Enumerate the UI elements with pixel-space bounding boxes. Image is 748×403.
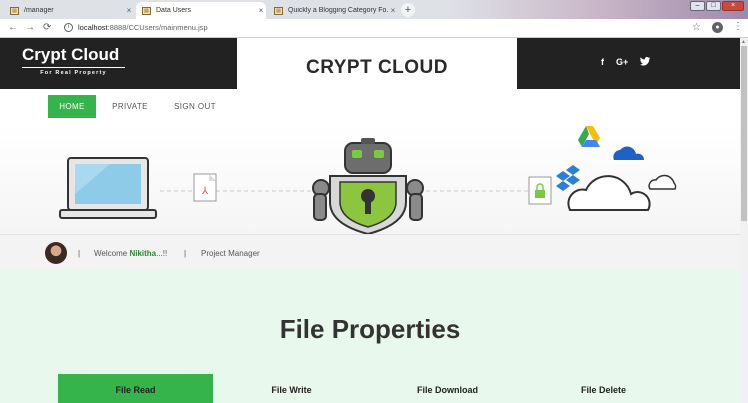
tab-close-icon[interactable]: ×	[256, 6, 266, 15]
page-favicon-icon: ▤	[274, 6, 283, 15]
new-tab-button[interactable]: +	[401, 3, 415, 17]
twitter-icon[interactable]	[640, 57, 651, 68]
back-arrow-icon[interactable]: ←	[8, 22, 18, 34]
file-write-button[interactable]: File Write	[214, 374, 369, 403]
address-bar[interactable]: localhost:8888/CCUsers/mainmenu.jsp	[78, 23, 208, 32]
onedrive-icon	[613, 146, 645, 160]
browser-chrome: ▤ /manager × ▤ Data Users × ▤ Quickly a …	[0, 0, 748, 38]
minimize-button[interactable]: –	[690, 1, 705, 11]
web-page: Crypt Cloud For Real Property CRYPT CLOU…	[0, 38, 740, 403]
avatar[interactable]	[45, 242, 67, 264]
site-info-icon[interactable]: i	[64, 23, 73, 32]
google-drive-icon	[578, 126, 600, 147]
file-download-button[interactable]: File Download	[370, 374, 525, 403]
svg-text:⅄: ⅄	[202, 186, 209, 197]
welcome-greeting: Welcome	[94, 249, 128, 258]
pdf-file-icon: ⅄	[193, 173, 217, 202]
user-name: Nikitha	[129, 249, 157, 258]
logo-area: Crypt Cloud For Real Property	[0, 38, 237, 89]
forward-arrow-icon[interactable]: →	[25, 22, 35, 34]
file-properties-section: File Properties File Read File Write Fil…	[0, 270, 740, 403]
tab-title: Quickly a Blogging Category Fo...	[288, 7, 388, 14]
welcome-message: Welcome Nikitha...!!	[94, 249, 167, 258]
laptop-icon	[59, 157, 157, 219]
scroll-up-icon[interactable]: ▲	[741, 39, 746, 45]
tab-strip: ▤ /manager × ▤ Data Users × ▤ Quickly a …	[0, 0, 748, 19]
page-favicon-icon: ▤	[10, 6, 19, 15]
social-links: f G+	[601, 57, 651, 68]
browser-tab-active[interactable]: ▤ Data Users ×	[136, 2, 266, 19]
file-read-button[interactable]: File Read	[58, 374, 213, 403]
window-close-button[interactable]: ×	[722, 1, 744, 11]
tab-title: Data Users	[156, 7, 192, 14]
cloud-icon	[567, 174, 677, 211]
account-icon[interactable]: ●	[712, 22, 723, 33]
facebook-icon[interactable]: f	[601, 57, 604, 68]
page-scrollbar[interactable]: ▲	[740, 38, 748, 403]
reload-icon[interactable]: ⟳	[43, 22, 51, 34]
tab-close-icon[interactable]: ×	[388, 6, 398, 15]
menu-sign-out[interactable]: SIGN OUT	[166, 95, 224, 118]
browser-tab[interactable]: ▤ /manager ×	[4, 2, 134, 19]
maximize-button[interactable]: □	[706, 1, 721, 11]
page-favicon-icon: ▤	[142, 6, 151, 15]
site-title: CRYPT CLOUD	[237, 38, 517, 89]
menu-kebab-icon[interactable]: ⋮	[733, 21, 743, 32]
site-header: Crypt Cloud For Real Property CRYPT CLOU…	[0, 38, 740, 89]
google-plus-icon[interactable]: G+	[616, 57, 628, 68]
separator: |	[78, 249, 81, 258]
menu-private[interactable]: PRIVATE	[104, 95, 156, 118]
site-logo[interactable]: Crypt Cloud	[22, 45, 119, 65]
url-path: :8888/CCUsers/mainmenu.jsp	[107, 23, 208, 32]
url-host: localhost	[78, 23, 108, 32]
browser-tab[interactable]: ▤ Quickly a Blogging Category Fo... ×	[268, 2, 398, 19]
window-controls: – □ ×	[689, 1, 744, 11]
dropbox-icon	[556, 165, 580, 191]
scrollbar-thumb[interactable]	[741, 46, 747, 221]
lock-file-icon	[528, 176, 552, 205]
tab-title: /manager	[24, 7, 54, 14]
social-area: f G+	[517, 38, 740, 89]
bookmark-star-icon[interactable]: ☆	[692, 22, 701, 33]
main-menu: HOME PRIVATE SIGN OUT	[0, 89, 740, 124]
address-bar-row: ← → ⟳ i localhost:8888/CCUsers/mainmenu.…	[0, 19, 748, 38]
welcome-suffix: ...!!	[156, 249, 168, 258]
welcome-bar: | Welcome Nikitha...!! | Project Manager	[0, 234, 740, 270]
hero-banner: ⅄	[0, 124, 740, 236]
file-delete-button[interactable]: File Delete	[526, 374, 681, 403]
separator: |	[184, 249, 187, 258]
hero-illustration: ⅄	[59, 126, 677, 236]
user-role: Project Manager	[201, 249, 260, 258]
site-tagline: For Real Property	[22, 67, 125, 76]
menu-home[interactable]: HOME	[48, 95, 96, 118]
section-title: File Properties	[279, 314, 461, 344]
tab-close-icon[interactable]: ×	[124, 6, 134, 15]
robot-shield-icon	[312, 138, 424, 236]
